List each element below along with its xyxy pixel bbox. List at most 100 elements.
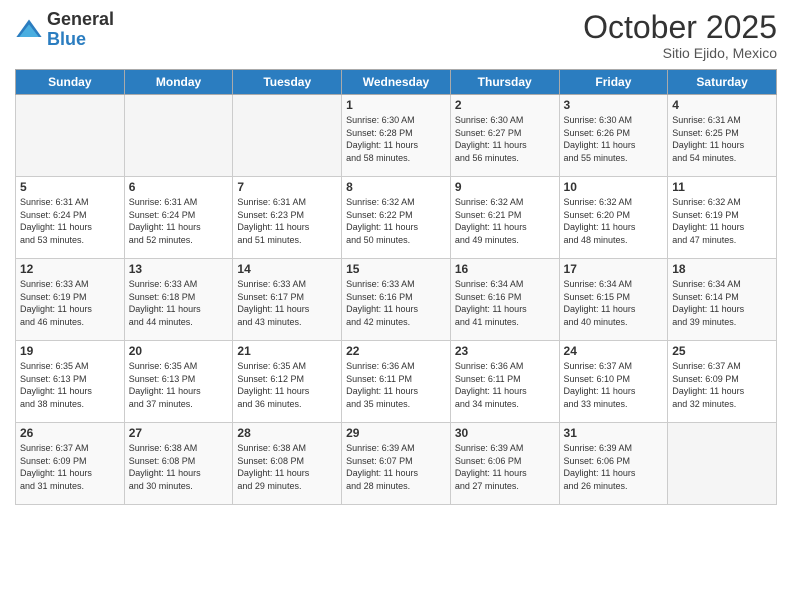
- table-row: 28Sunrise: 6:38 AM Sunset: 6:08 PM Dayli…: [233, 423, 342, 505]
- day-info: Sunrise: 6:37 AM Sunset: 6:10 PM Dayligh…: [564, 360, 664, 410]
- table-row: 6 Sunrise: 6:31 AM Sunset: 6:24 PM Daylig…: [124, 177, 233, 259]
- day-info: Sunrise: 6:31 AM Sunset: 6:24 PM Dayligh…: [20, 196, 120, 246]
- calendar-table: Sunday Monday Tuesday Wednesday Thursday…: [15, 69, 777, 505]
- col-saturday: Saturday: [668, 70, 777, 95]
- table-row: 26 Sunrise: 6:37 AM Sunset: 6:09 PM Dayli…: [16, 423, 125, 505]
- title-block: October 2025 Sitio Ejido, Mexico: [583, 10, 777, 61]
- table-row: 24Sunrise: 6:37 AM Sunset: 6:10 PM Dayli…: [559, 341, 668, 423]
- day-number: 19: [20, 344, 120, 358]
- header: General Blue October 2025 Sitio Ejido, M…: [15, 10, 777, 61]
- day-info: Sunrise: 6:30 AM Sunset: 6:26 PM Dayligh…: [564, 114, 664, 164]
- calendar-week-row: 5Sunrise: 6:31 AM Sunset: 6:24 PM Daylig…: [16, 177, 777, 259]
- calendar-week-row: 19 Sunrise: 6:35 AM Sunset: 6:13 PM Dayli…: [16, 341, 777, 423]
- day-number: 16: [455, 262, 555, 276]
- table-row: 5Sunrise: 6:31 AM Sunset: 6:24 PM Daylig…: [16, 177, 125, 259]
- calendar-week-row: 12 Sunrise: 6:33 AM Sunset: 6:19 PM Dayli…: [16, 259, 777, 341]
- table-row: 14 Sunrise: 6:33 AM Sunset: 6:17 PM Dayli…: [233, 259, 342, 341]
- day-info: Sunrise: 6:37 AM Sunset: 6:09 PM Dayligh…: [20, 442, 120, 492]
- day-info: Sunrise: 6:33 AM Sunset: 6:16 PM Dayligh…: [346, 278, 446, 328]
- day-info: Sunrise: 6:32 AM Sunset: 6:20 PM Dayligh…: [564, 196, 664, 246]
- day-number: 26: [20, 426, 120, 440]
- day-number: 28: [237, 426, 337, 440]
- day-number: 21: [237, 344, 337, 358]
- month-title: October 2025: [583, 10, 777, 45]
- day-info: Sunrise: 6:35 AM Sunset: 6:13 PM Dayligh…: [129, 360, 229, 410]
- day-number: 27: [129, 426, 229, 440]
- day-info: Sunrise: 6:36 AM Sunset: 6:11 PM Dayligh…: [346, 360, 446, 410]
- day-info: Sunrise: 6:32 AM Sunset: 6:21 PM Dayligh…: [455, 196, 555, 246]
- day-number: 17: [564, 262, 664, 276]
- table-row: 18Sunrise: 6:34 AM Sunset: 6:14 PM Dayli…: [668, 259, 777, 341]
- day-number: 30: [455, 426, 555, 440]
- table-row: [233, 95, 342, 177]
- day-info: Sunrise: 6:34 AM Sunset: 6:16 PM Dayligh…: [455, 278, 555, 328]
- day-info: Sunrise: 6:32 AM Sunset: 6:22 PM Dayligh…: [346, 196, 446, 246]
- table-row: 27 Sunrise: 6:38 AM Sunset: 6:08 PM Dayli…: [124, 423, 233, 505]
- col-tuesday: Tuesday: [233, 70, 342, 95]
- day-info: Sunrise: 6:30 AM Sunset: 6:28 PM Dayligh…: [346, 114, 446, 164]
- table-row: 23 Sunrise: 6:36 AM Sunset: 6:11 PM Dayli…: [450, 341, 559, 423]
- table-row: 17Sunrise: 6:34 AM Sunset: 6:15 PM Dayli…: [559, 259, 668, 341]
- location-subtitle: Sitio Ejido, Mexico: [583, 45, 777, 61]
- day-number: 7: [237, 180, 337, 194]
- logo-icon: [15, 16, 43, 44]
- day-info: Sunrise: 6:39 AM Sunset: 6:06 PM Dayligh…: [564, 442, 664, 492]
- col-friday: Friday: [559, 70, 668, 95]
- day-number: 20: [129, 344, 229, 358]
- table-row: [668, 423, 777, 505]
- table-row: 8Sunrise: 6:32 AM Sunset: 6:22 PM Daylig…: [342, 177, 451, 259]
- table-row: 16 Sunrise: 6:34 AM Sunset: 6:16 PM Dayli…: [450, 259, 559, 341]
- day-info: Sunrise: 6:32 AM Sunset: 6:19 PM Dayligh…: [672, 196, 772, 246]
- calendar-week-row: 1 Sunrise: 6:30 AM Sunset: 6:28 PM Daylig…: [16, 95, 777, 177]
- day-info: Sunrise: 6:34 AM Sunset: 6:14 PM Dayligh…: [672, 278, 772, 328]
- day-number: 23: [455, 344, 555, 358]
- col-monday: Monday: [124, 70, 233, 95]
- day-number: 3: [564, 98, 664, 112]
- day-number: 15: [346, 262, 446, 276]
- day-info: Sunrise: 6:36 AM Sunset: 6:11 PM Dayligh…: [455, 360, 555, 410]
- day-number: 2: [455, 98, 555, 112]
- day-info: Sunrise: 6:37 AM Sunset: 6:09 PM Dayligh…: [672, 360, 772, 410]
- table-row: 13Sunrise: 6:33 AM Sunset: 6:18 PM Dayli…: [124, 259, 233, 341]
- page-container: General Blue October 2025 Sitio Ejido, M…: [0, 0, 792, 612]
- table-row: 31Sunrise: 6:39 AM Sunset: 6:06 PM Dayli…: [559, 423, 668, 505]
- day-number: 9: [455, 180, 555, 194]
- day-number: 14: [237, 262, 337, 276]
- table-row: 11 Sunrise: 6:32 AM Sunset: 6:19 PM Dayli…: [668, 177, 777, 259]
- table-row: 1 Sunrise: 6:30 AM Sunset: 6:28 PM Daylig…: [342, 95, 451, 177]
- day-number: 11: [672, 180, 772, 194]
- day-number: 12: [20, 262, 120, 276]
- day-info: Sunrise: 6:38 AM Sunset: 6:08 PM Dayligh…: [129, 442, 229, 492]
- day-info: Sunrise: 6:39 AM Sunset: 6:07 PM Dayligh…: [346, 442, 446, 492]
- calendar-header-row: Sunday Monday Tuesday Wednesday Thursday…: [16, 70, 777, 95]
- table-row: [124, 95, 233, 177]
- day-info: Sunrise: 6:31 AM Sunset: 6:23 PM Dayligh…: [237, 196, 337, 246]
- table-row: 22 Sunrise: 6:36 AM Sunset: 6:11 PM Dayli…: [342, 341, 451, 423]
- logo-blue-text: Blue: [47, 30, 114, 50]
- day-info: Sunrise: 6:33 AM Sunset: 6:19 PM Dayligh…: [20, 278, 120, 328]
- day-number: 4: [672, 98, 772, 112]
- table-row: 7 Sunrise: 6:31 AM Sunset: 6:23 PM Daylig…: [233, 177, 342, 259]
- table-row: 21Sunrise: 6:35 AM Sunset: 6:12 PM Dayli…: [233, 341, 342, 423]
- day-number: 6: [129, 180, 229, 194]
- day-number: 10: [564, 180, 664, 194]
- day-number: 13: [129, 262, 229, 276]
- day-info: Sunrise: 6:31 AM Sunset: 6:24 PM Dayligh…: [129, 196, 229, 246]
- col-wednesday: Wednesday: [342, 70, 451, 95]
- table-row: 3 Sunrise: 6:30 AM Sunset: 6:26 PM Daylig…: [559, 95, 668, 177]
- day-number: 1: [346, 98, 446, 112]
- day-info: Sunrise: 6:33 AM Sunset: 6:17 PM Dayligh…: [237, 278, 337, 328]
- logo-text: General Blue: [47, 10, 114, 50]
- table-row: 19Sunrise: 6:35 AM Sunset: 6:13 PM Dayli…: [16, 341, 125, 423]
- table-row: 4Sunrise: 6:31 AM Sunset: 6:25 PM Daylig…: [668, 95, 777, 177]
- table-row: 30 Sunrise: 6:39 AM Sunset: 6:06 PM Dayli…: [450, 423, 559, 505]
- col-thursday: Thursday: [450, 70, 559, 95]
- calendar-week-row: 26 Sunrise: 6:37 AM Sunset: 6:09 PM Dayli…: [16, 423, 777, 505]
- calendar-body: 1 Sunrise: 6:30 AM Sunset: 6:28 PM Daylig…: [16, 95, 777, 505]
- day-number: 22: [346, 344, 446, 358]
- table-row: 10 Sunrise: 6:32 AM Sunset: 6:20 PM Dayli…: [559, 177, 668, 259]
- day-info: Sunrise: 6:39 AM Sunset: 6:06 PM Dayligh…: [455, 442, 555, 492]
- day-number: 29: [346, 426, 446, 440]
- day-info: Sunrise: 6:30 AM Sunset: 6:27 PM Dayligh…: [455, 114, 555, 164]
- table-row: 20 Sunrise: 6:35 AM Sunset: 6:13 PM Dayli…: [124, 341, 233, 423]
